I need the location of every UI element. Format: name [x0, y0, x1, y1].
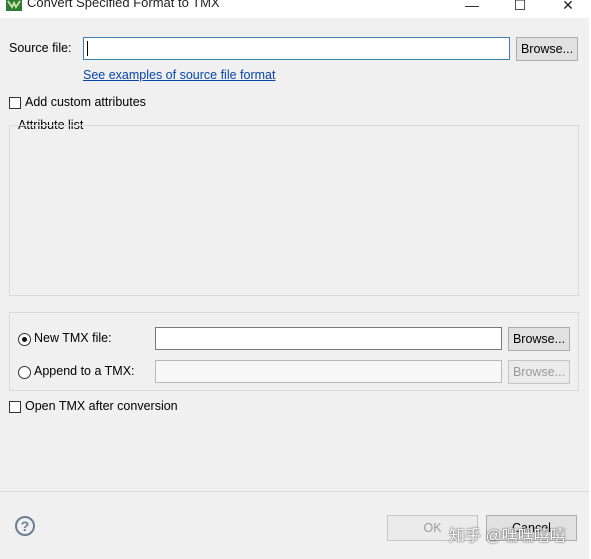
window-title: Convert Specified Format to TMX: [27, 0, 220, 10]
source-file-input[interactable]: [83, 37, 510, 60]
help-icon[interactable]: ?: [15, 516, 35, 536]
close-button[interactable]: ✕: [553, 0, 583, 16]
maximize-button[interactable]: ☐: [505, 0, 535, 16]
add-custom-attributes-label: Add custom attributes: [25, 95, 146, 109]
new-tmx-input[interactable]: [155, 327, 502, 350]
open-after-label: Open TMX after conversion: [25, 399, 178, 413]
source-browse-button[interactable]: Browse...: [516, 37, 578, 61]
open-after-checkbox[interactable]: [9, 401, 21, 413]
add-custom-attributes-checkbox[interactable]: [9, 97, 21, 109]
new-tmx-radio[interactable]: [18, 333, 31, 346]
append-tmx-browse-button[interactable]: Browse...: [508, 360, 570, 384]
attribute-list-group: [9, 125, 579, 296]
examples-link[interactable]: See examples of source file format: [83, 68, 275, 82]
minimize-icon: —: [465, 0, 479, 13]
maximize-icon: ☐: [513, 0, 527, 13]
minimize-button[interactable]: —: [457, 0, 487, 16]
footer-separator: [0, 491, 589, 492]
watermark: 知乎 @嘿嘿嘻嘻: [449, 528, 566, 545]
close-icon: ✕: [562, 0, 574, 13]
append-tmx-label: Append to a TMX:: [34, 364, 135, 378]
new-tmx-label: New TMX file:: [34, 331, 112, 345]
append-tmx-radio[interactable]: [18, 366, 31, 379]
new-tmx-browse-button[interactable]: Browse...: [508, 327, 570, 351]
title-bar: Convert Specified Format to TMX — ☐ ✕: [0, 0, 591, 18]
app-icon: [6, 0, 22, 11]
text-caret: [87, 41, 88, 56]
source-file-label: Source file:: [9, 41, 72, 55]
append-tmx-input[interactable]: [155, 360, 502, 383]
